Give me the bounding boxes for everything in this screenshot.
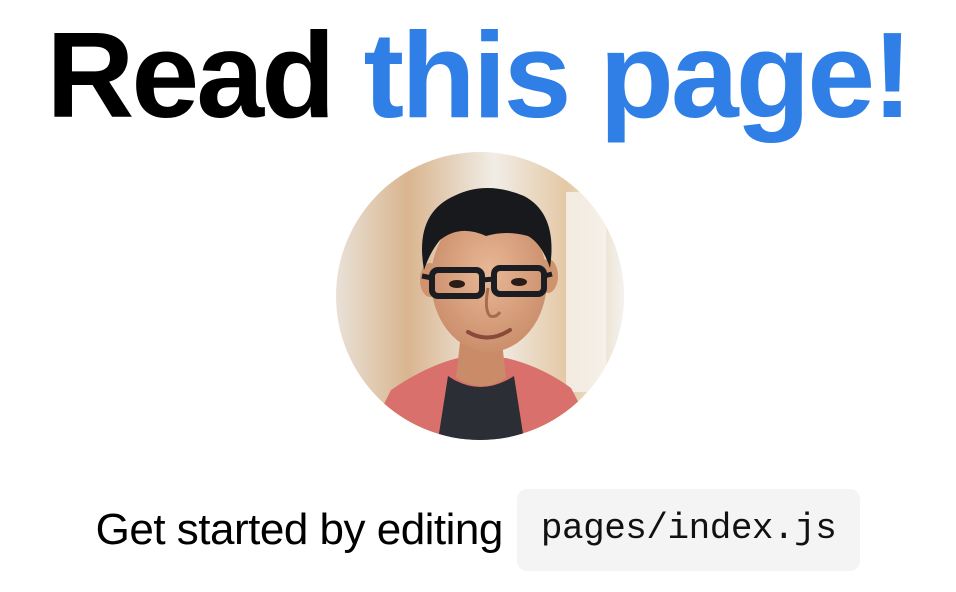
title-prefix: Read bbox=[46, 7, 335, 143]
avatar bbox=[336, 152, 624, 440]
title-link[interactable]: this page! bbox=[364, 7, 913, 143]
page-title: Read this page! bbox=[0, 14, 956, 136]
code-snippet: pages/index.js bbox=[516, 489, 861, 571]
profile-photo bbox=[336, 152, 624, 440]
description: Get started by editing pages/index.js bbox=[0, 486, 956, 574]
description-text: Get started by editing bbox=[95, 505, 504, 554]
